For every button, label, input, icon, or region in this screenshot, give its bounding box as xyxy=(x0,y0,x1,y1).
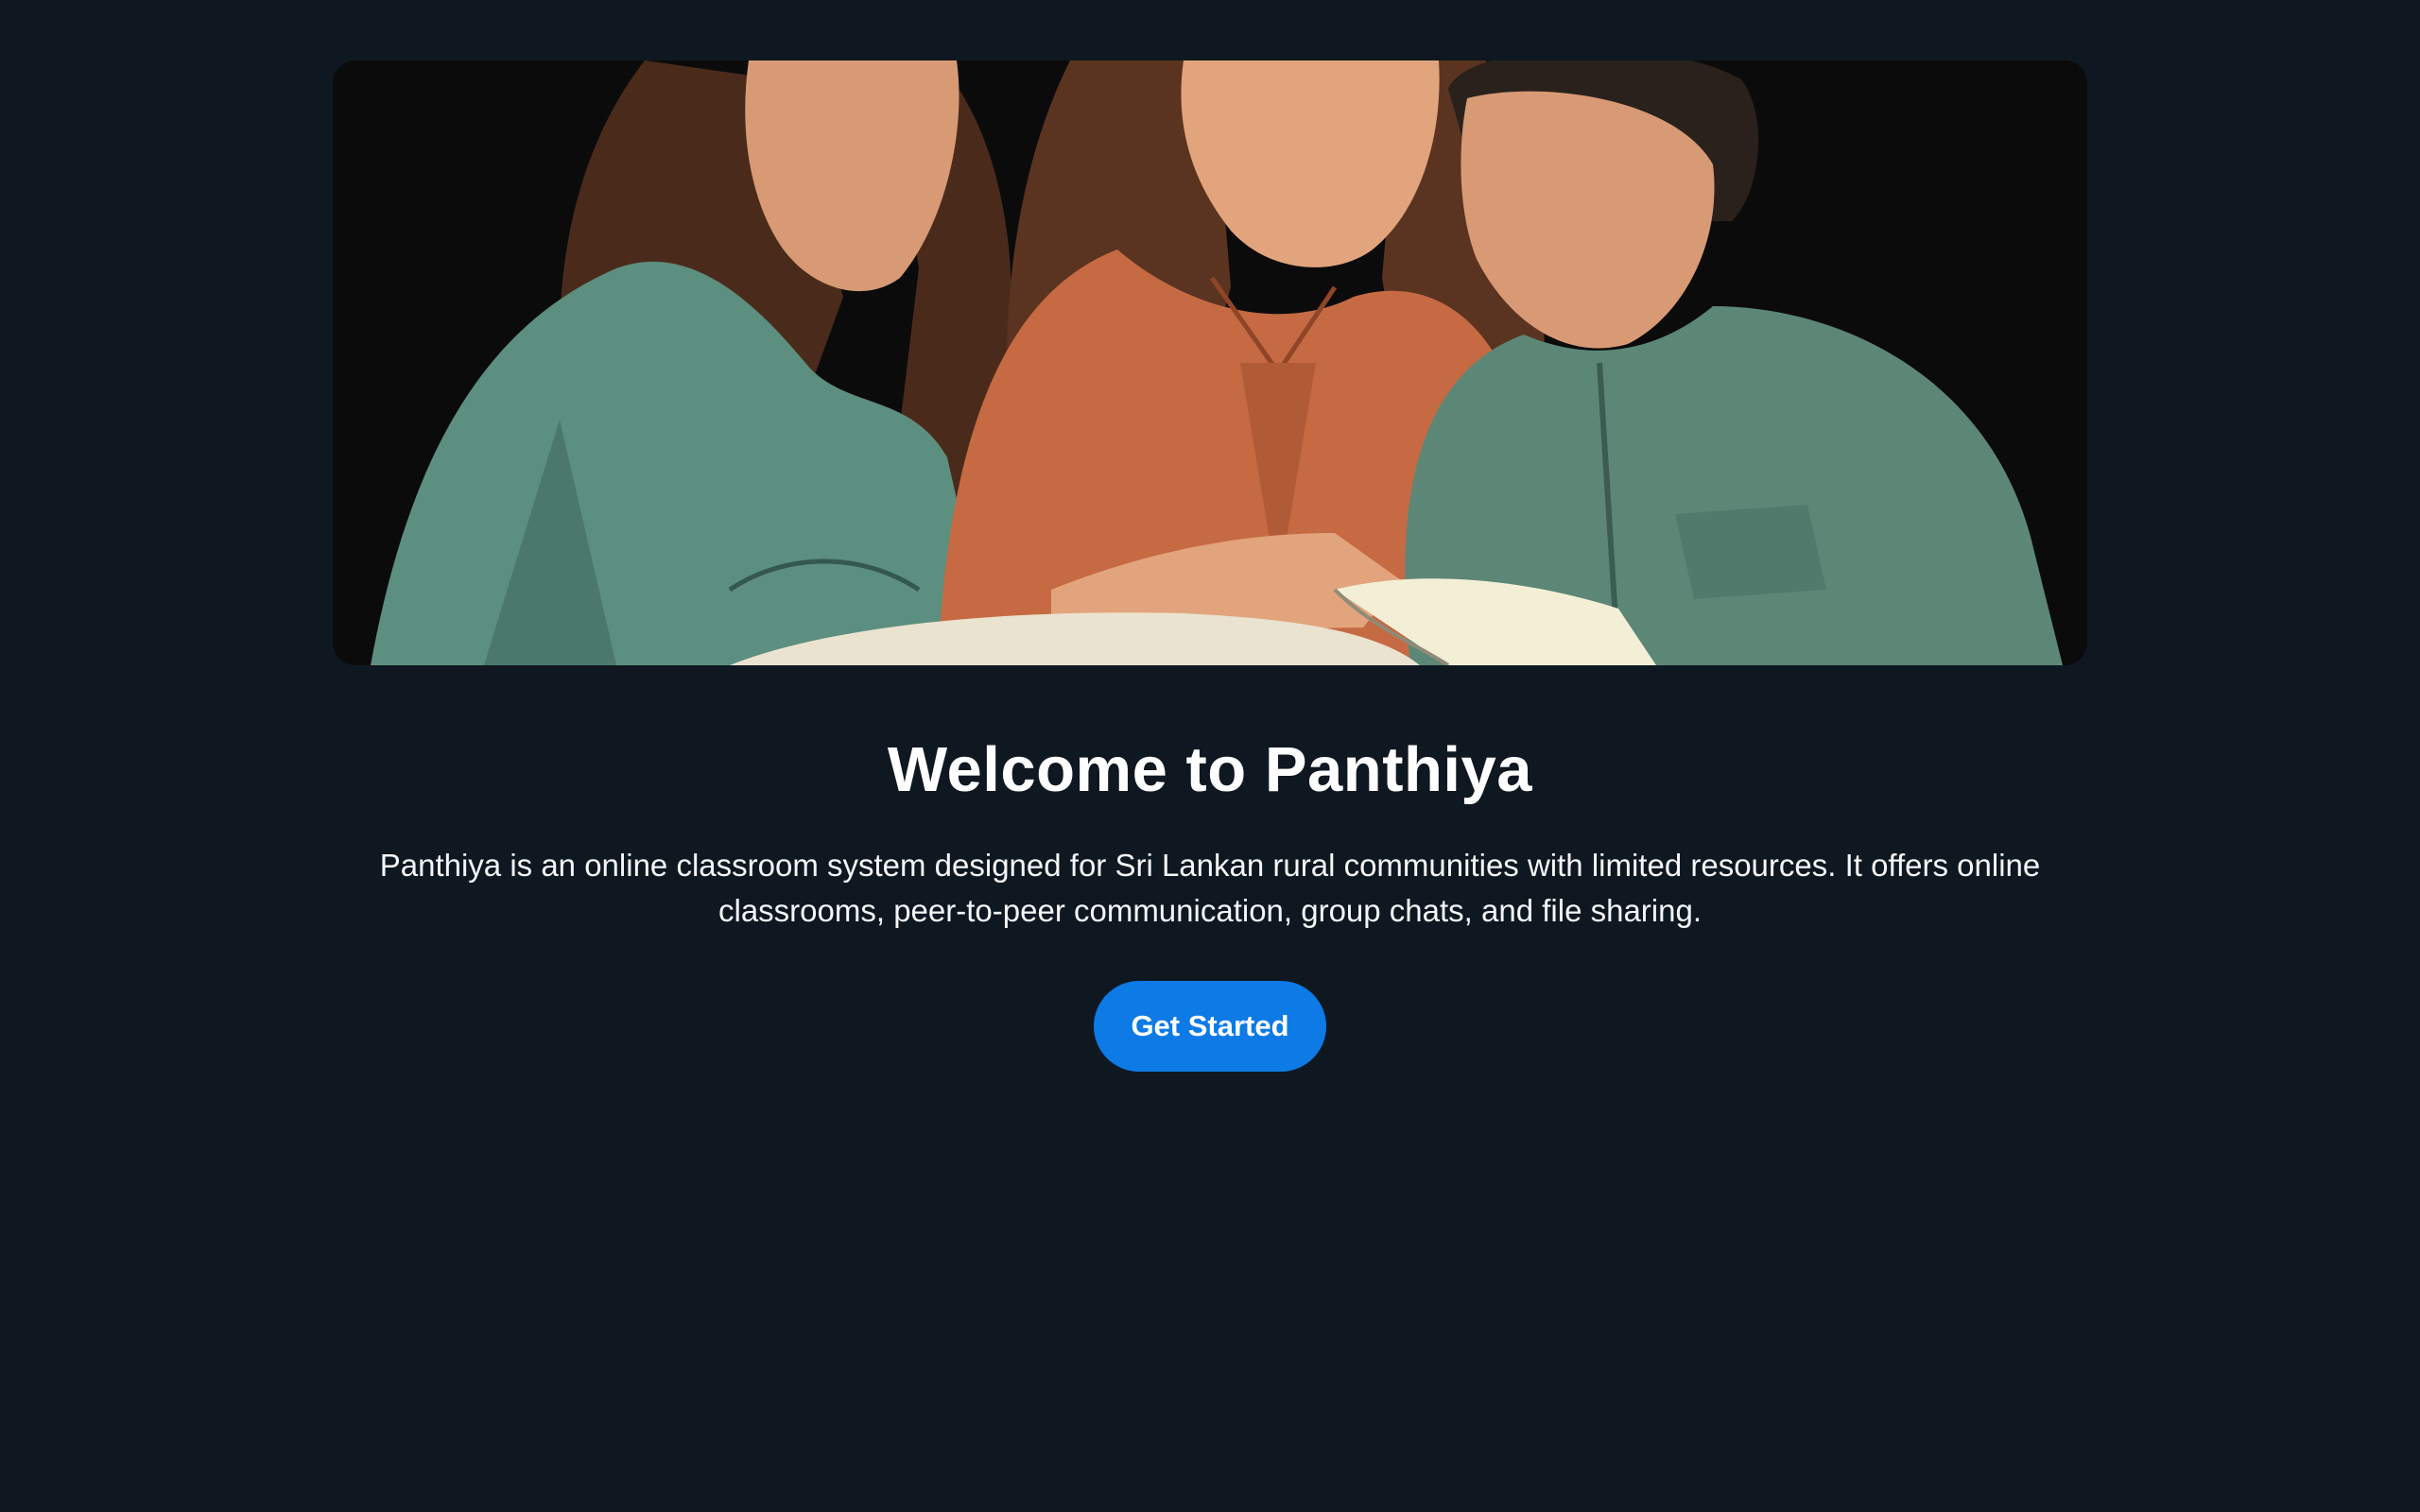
page-title: Welcome to Panthiya xyxy=(887,734,1533,805)
hero-image xyxy=(333,60,2087,665)
landing-page: Welcome to Panthiya Panthiya is an onlin… xyxy=(0,0,2420,1512)
page-description: Panthiya is an online classroom system d… xyxy=(379,848,2041,928)
get-started-button[interactable]: Get Started xyxy=(1094,981,1326,1072)
students-illustration xyxy=(333,60,2087,665)
welcome-section: Welcome to Panthiya Panthiya is an onlin… xyxy=(333,728,2087,1072)
